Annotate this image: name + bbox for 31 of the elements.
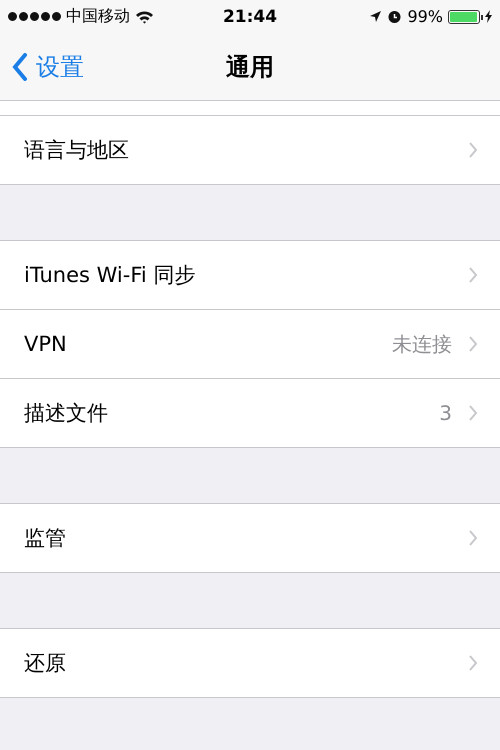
signal-icon: [8, 12, 61, 21]
back-button[interactable]: 设置: [0, 50, 84, 82]
settings-row[interactable]: 描述文件 3: [0, 378, 500, 447]
row-value: 3: [439, 401, 452, 425]
settings-row[interactable]: VPN 未连接: [0, 309, 500, 378]
battery-percentage: 99%: [407, 7, 443, 26]
wifi-icon: [135, 10, 154, 24]
chevron-left-icon: [12, 52, 28, 82]
row-label: 还原: [24, 650, 67, 677]
chevron-right-icon: [468, 654, 478, 672]
alarm-clock-icon: [387, 9, 402, 24]
row-label: 描述文件: [24, 400, 109, 427]
settings-row[interactable]: iTunes Wi-Fi 同步: [0, 240, 500, 309]
carrier-name: 中国移动: [66, 6, 130, 27]
row-label: VPN: [24, 332, 68, 356]
battery-icon: [448, 10, 480, 24]
page-title: 通用: [226, 52, 274, 82]
chevron-right-icon: [468, 404, 478, 422]
row-label: 监管: [24, 525, 67, 552]
chevron-right-icon: [468, 266, 478, 284]
chevron-right-icon: [468, 335, 478, 353]
row-label: iTunes Wi-Fi 同步: [24, 262, 196, 289]
location-arrow-icon: [369, 10, 382, 23]
status-time: 21:44: [222, 6, 278, 26]
settings-row[interactable]: 监管: [0, 503, 500, 572]
settings-row[interactable]: 语言与地区: [0, 115, 500, 184]
row-label: 语言与地区: [24, 137, 130, 164]
row-value: 未连接: [392, 330, 452, 358]
chevron-right-icon: [468, 141, 478, 159]
chevron-right-icon: [468, 529, 478, 547]
settings-row[interactable]: 还原: [0, 628, 500, 697]
